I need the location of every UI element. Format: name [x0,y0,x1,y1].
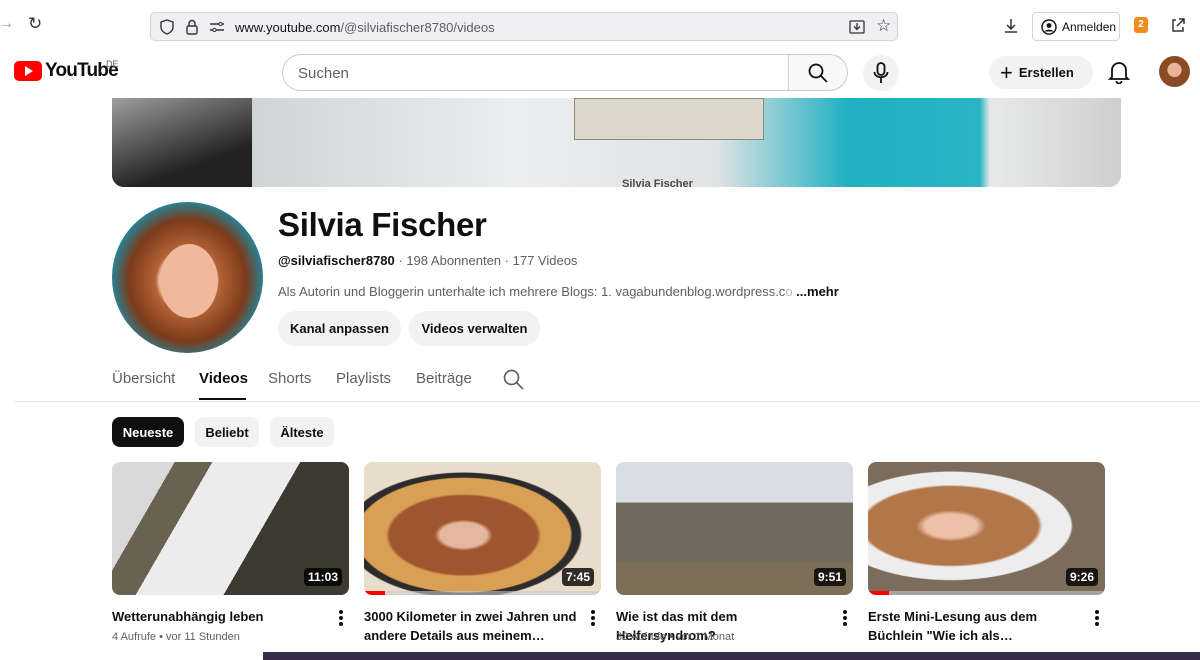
customize-channel-button[interactable]: Kanal anpassen [278,311,401,346]
downloads-icon[interactable] [1003,18,1019,34]
video-menu-icon[interactable] [839,609,851,627]
watch-progress-fill [364,591,386,595]
youtube-play-icon [14,61,42,81]
shield-icon [160,19,174,35]
search-icon [808,63,828,83]
video-thumbnail[interactable]: 9:51 [616,462,853,595]
video-title[interactable]: 3000 Kilometer in zwei Jahren und andere… [364,607,579,645]
signin-label: Anmelden [1062,19,1117,34]
channel-search-icon[interactable] [503,369,524,390]
banner-text: Silvia Fischer [622,178,693,187]
tab-posts[interactable]: Beiträge [416,370,472,387]
browser-toolbar: → ↻ www.youtube.com/@silviafischer8780/v… [0,0,1200,54]
video-duration: 9:51 [813,568,846,586]
tab-videos[interactable]: Videos [199,370,248,387]
plus-icon: + [1000,59,1013,85]
watch-progress-bar [364,591,601,595]
notifications-bell-icon[interactable] [1108,60,1130,84]
chip-oldest[interactable]: Älteste [270,417,334,447]
video-thumbnail[interactable]: 9:26 [868,462,1105,595]
tab-overview[interactable]: Übersicht [112,370,175,387]
channel-meta: @silviafischer8780 · 198 Abonnenten · 17… [278,253,578,268]
search-button[interactable] [788,54,848,91]
voice-search-button[interactable] [863,55,899,91]
back-arrow-icon[interactable]: → [0,15,14,33]
video-title[interactable]: Wetterunabhängig leben [112,607,327,626]
create-button[interactable]: + Erstellen [989,56,1093,89]
video-menu-icon[interactable] [1091,609,1103,627]
video-title[interactable]: Erste Mini-Lesung aus dem Büchlein "Wie … [868,607,1083,645]
microphone-icon [873,62,889,83]
region-code: DE [106,59,119,69]
reload-icon[interactable]: ↻ [28,14,42,34]
tab-playlists[interactable]: Playlists [336,370,391,387]
url-text[interactable]: www.youtube.com/@silviafischer8780/video… [235,20,495,35]
extension-badge-icon[interactable]: 2 [1134,17,1148,33]
video-duration: 9:26 [1065,568,1098,586]
os-taskbar [263,652,1200,660]
url-bar[interactable]: www.youtube.com/@silviafischer8780/video… [150,12,898,41]
channel-banner: Silvia Fischer [112,98,1121,187]
video-count: 177 Videos [512,253,578,268]
signin-button[interactable]: Anmelden [1032,12,1120,41]
avatar-face [160,244,218,318]
channel-handle: @silviafischer8780 [278,253,395,268]
watch-progress-fill [868,591,890,595]
channel-description[interactable]: Als Autorin und Bloggerin unterhalte ich… [278,284,839,299]
video-thumbnail[interactable]: 7:45 [364,462,601,595]
lock-icon [186,19,198,35]
search-input[interactable]: Suchen [282,54,788,91]
tab-shorts[interactable]: Shorts [268,370,311,387]
chip-popular[interactable]: Beliebt [195,417,259,447]
banner-photo-left [112,98,252,187]
permissions-icon[interactable] [209,21,225,33]
video-thumbnail[interactable]: 11:03 [112,462,349,595]
subscriber-count: 198 Abonnenten [406,253,502,268]
chip-newest[interactable]: Neueste [112,417,184,447]
create-label: Erstellen [1018,65,1074,80]
tabs-divider [14,401,1200,402]
video-menu-icon[interactable] [335,609,347,627]
user-avatar[interactable] [1159,56,1190,87]
video-duration: 7:45 [561,568,594,586]
watch-progress-bar [868,591,1105,595]
manage-videos-button[interactable]: Videos verwalten [409,311,540,346]
more-link[interactable]: ...mehr [796,284,839,299]
video-meta: 4 Aufrufe • vor 11 Stunden [112,631,240,643]
account-icon [1041,18,1057,35]
share-icon[interactable] [1170,17,1186,33]
channel-avatar[interactable] [112,202,263,353]
video-duration: 11:03 [303,568,342,586]
active-tab-indicator [199,398,246,400]
install-app-icon[interactable] [849,19,865,35]
channel-name: Silvia Fischer [278,206,487,243]
bookmark-star-icon[interactable]: ☆ [876,16,891,36]
video-meta: 32 Aufrufe • vor 1 Monat [616,631,735,643]
youtube-logo[interactable]: YouTube DE [14,59,119,82]
banner-book-image [574,98,764,140]
video-menu-icon[interactable] [587,609,599,627]
search-placeholder: Suchen [298,65,349,82]
